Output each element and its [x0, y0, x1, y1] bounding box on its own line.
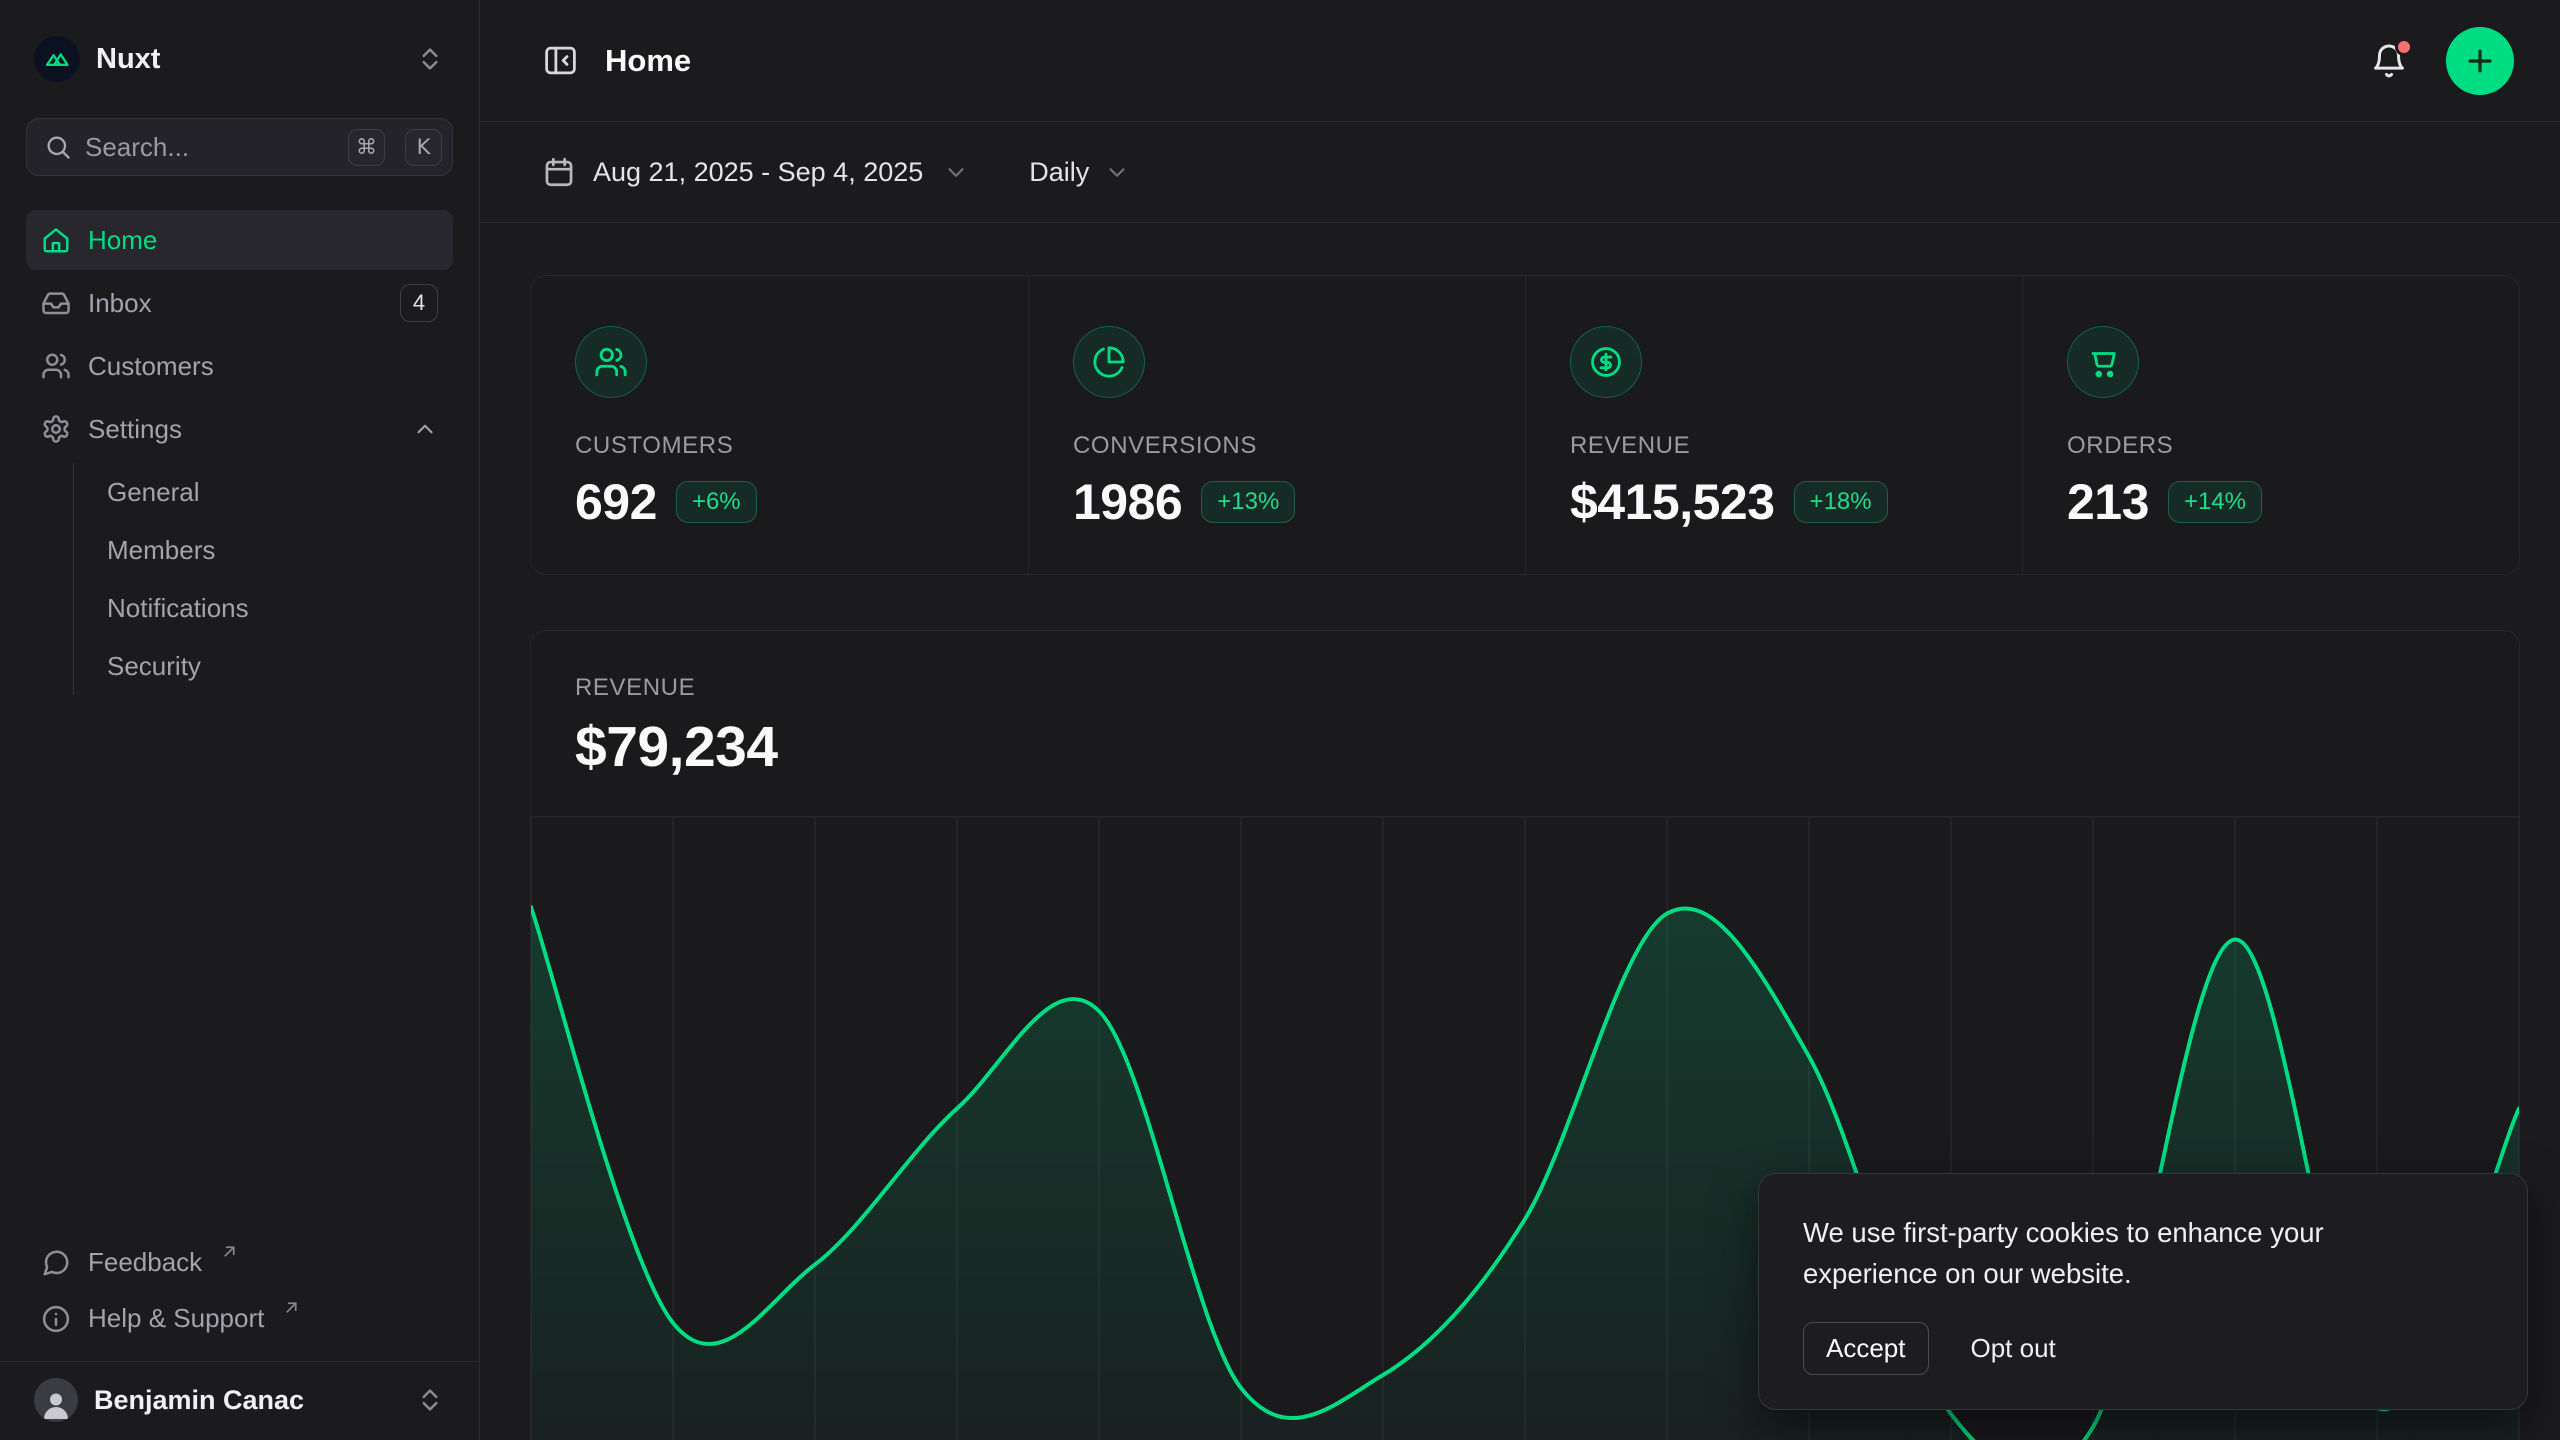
user-name: Benjamin Canac: [94, 1385, 304, 1416]
stat-customers[interactable]: CUSTOMERS 692 +6%: [531, 276, 1028, 574]
chevron-down-icon: [943, 159, 969, 185]
stat-delta-badge: +6%: [676, 481, 757, 523]
chevrons-up-down-icon: [415, 44, 445, 74]
workspace-switcher[interactable]: Nuxt: [26, 30, 453, 88]
stat-label: REVENUE: [1570, 432, 1978, 460]
chevron-up-icon: [412, 416, 438, 442]
stat-orders[interactable]: ORDERS 213 +14%: [2022, 276, 2519, 574]
workspace-name: Nuxt: [96, 43, 160, 76]
stat-value: 692: [575, 473, 657, 531]
stat-label: CUSTOMERS: [575, 432, 984, 460]
help-support-label: Help & Support: [88, 1303, 264, 1334]
sidebar-item-home[interactable]: Home: [26, 210, 453, 270]
app-root: { "accent_color": "#00dc82", "sidebar": …: [0, 0, 2560, 1440]
stat-value: $415,523: [1570, 473, 1775, 531]
user-menu[interactable]: Benjamin Canac: [26, 1362, 453, 1440]
sidebar-item-customers[interactable]: Customers: [26, 336, 453, 396]
sidebar-item-label: Settings: [88, 414, 182, 445]
shopping-cart-icon: [2067, 326, 2139, 398]
subitem-label: Security: [107, 651, 201, 682]
date-range-value: Aug 21, 2025 - Sep 4, 2025: [593, 157, 923, 188]
sidebar-nav: Home Inbox 4 Customers Settings Ge: [26, 210, 453, 701]
subitem-label: Members: [107, 535, 215, 566]
sidebar-collapse-icon[interactable]: [542, 42, 579, 79]
stat-revenue[interactable]: REVENUE $415,523 +18%: [1525, 276, 2022, 574]
granularity-select[interactable]: Daily: [1029, 157, 1130, 188]
plus-icon: [2463, 44, 2497, 78]
search-icon: [44, 133, 72, 161]
chevron-down-icon: [1104, 159, 1130, 185]
user-avatar: [34, 1378, 78, 1422]
search-input[interactable]: [85, 132, 335, 163]
stat-label: ORDERS: [2067, 432, 2475, 460]
cookie-message-line1: We use first-party cookies to enhance yo…: [1803, 1212, 2483, 1253]
inbox-icon: [41, 288, 71, 318]
notification-dot: [2395, 38, 2413, 56]
home-icon: [41, 225, 71, 255]
sidebar-spacer: [26, 701, 453, 1237]
topbar-actions: [2370, 27, 2514, 95]
cookie-message-line2: experience on our website.: [1803, 1253, 2483, 1294]
sidebar-subitem-security[interactable]: Security: [107, 637, 453, 695]
kbd-meta: ⌘: [348, 129, 385, 166]
granularity-value: Daily: [1029, 157, 1089, 188]
sidebar-item-settings[interactable]: Settings: [26, 399, 453, 459]
stat-value: 1986: [1073, 473, 1182, 531]
settings-subnav: General Members Notifications Security: [73, 463, 453, 695]
add-button[interactable]: [2446, 27, 2514, 95]
stat-label: CONVERSIONS: [1073, 432, 1481, 460]
stat-conversions[interactable]: CONVERSIONS 1986 +13%: [1028, 276, 1525, 574]
sidebar-subitem-general[interactable]: General: [107, 463, 453, 521]
calendar-icon: [542, 155, 576, 189]
cookie-actions: Accept Opt out: [1803, 1322, 2483, 1375]
accept-button[interactable]: Accept: [1803, 1322, 1929, 1375]
cookie-banner: We use first-party cookies to enhance yo…: [1758, 1173, 2528, 1410]
stat-value: 213: [2067, 473, 2149, 531]
chart-pie-icon: [1073, 326, 1145, 398]
info-circle-icon: [41, 1304, 71, 1334]
sidebar-item-inbox[interactable]: Inbox 4: [26, 273, 453, 333]
feedback-link[interactable]: Feedback: [26, 1237, 453, 1293]
revenue-total: $79,234: [575, 714, 2475, 780]
date-range-picker[interactable]: Aug 21, 2025 - Sep 4, 2025: [542, 155, 969, 189]
users-icon: [575, 326, 647, 398]
page-title: Home: [605, 43, 691, 79]
revenue-chart-header: REVENUE $79,234: [531, 631, 2519, 780]
stat-delta-badge: +13%: [1201, 481, 1295, 523]
help-support-link[interactable]: Help & Support: [26, 1293, 453, 1349]
sidebar-item-label: Customers: [88, 351, 214, 382]
subitem-label: Notifications: [107, 593, 249, 624]
opt-out-button[interactable]: Opt out: [1971, 1323, 2056, 1374]
revenue-label: REVENUE: [575, 674, 2475, 702]
feedback-label: Feedback: [88, 1247, 202, 1278]
sidebar-subitem-notifications[interactable]: Notifications: [107, 579, 453, 637]
message-bubble-icon: [41, 1248, 71, 1278]
sidebar-item-label: Inbox: [88, 288, 152, 319]
notifications-button[interactable]: [2370, 42, 2408, 80]
stat-delta-badge: +14%: [2168, 481, 2262, 523]
sidebar-item-label: Home: [88, 225, 157, 256]
users-icon: [41, 351, 71, 381]
search-input-wrap[interactable]: ⌘ K: [26, 118, 453, 176]
gear-icon: [41, 414, 71, 444]
sidebar: Nuxt ⌘ K Home Inbox 4: [0, 0, 480, 1440]
external-link-icon: [283, 1299, 300, 1316]
filters-toolbar: Aug 21, 2025 - Sep 4, 2025 Daily: [480, 122, 2560, 223]
subitem-label: General: [107, 477, 200, 508]
stats-card: CUSTOMERS 692 +6% CONVERSIONS 1986 +13%: [530, 275, 2520, 575]
external-link-icon: [221, 1243, 238, 1260]
stat-delta-badge: +18%: [1794, 481, 1888, 523]
kbd-k: K: [405, 129, 442, 166]
chevrons-up-down-icon: [415, 1385, 445, 1415]
nuxt-logo: [34, 36, 80, 82]
sidebar-subitem-members[interactable]: Members: [107, 521, 453, 579]
topbar: Home: [480, 0, 2560, 122]
inbox-count-badge: 4: [400, 284, 438, 322]
circle-dollar-icon: [1570, 326, 1642, 398]
